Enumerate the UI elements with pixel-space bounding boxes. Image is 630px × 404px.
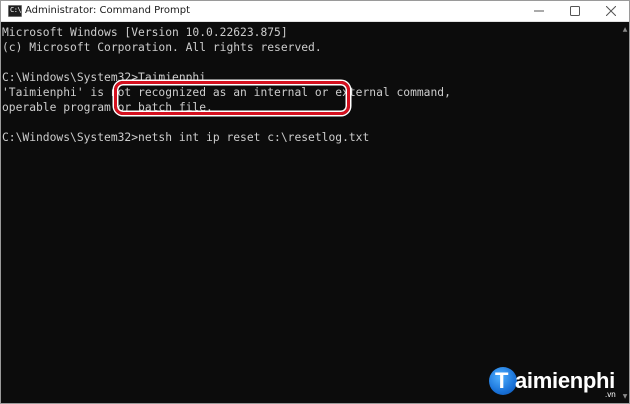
watermark-initial: T xyxy=(495,368,509,393)
console-line: (c) Microsoft Corporation. All rights re… xyxy=(2,41,322,54)
command-line: C:\Windows\System32>netsh int ip reset c… xyxy=(2,131,370,144)
console-line: 'Taimienphi' is not recognized as an int… xyxy=(2,86,451,99)
maximize-icon xyxy=(570,6,580,16)
maximize-button[interactable] xyxy=(557,1,593,21)
taimienphi-watermark-logo: T aimienphi .vn xyxy=(489,365,629,403)
minimize-button[interactable] xyxy=(521,1,557,21)
watermark-circle-icon: T xyxy=(489,367,517,395)
command-prompt-app-icon: C:\ xyxy=(8,5,22,17)
console-line: C:\Windows\System32>Taimienphi xyxy=(2,71,207,84)
console-output[interactable]: Microsoft Windows [Version 10.0.22623.87… xyxy=(1,22,621,403)
scroll-up-arrow-icon[interactable]: ▲ xyxy=(621,24,629,34)
title-bar[interactable]: C:\ Administrator: Command Prompt xyxy=(1,1,629,22)
window-title: Administrator: Command Prompt xyxy=(25,5,190,16)
vertical-scrollbar[interactable]: ▲ ▼ xyxy=(621,22,629,403)
watermark-suffix: .vn xyxy=(605,390,616,399)
watermark-text: aimienphi xyxy=(515,368,615,393)
app-icon-label: C:\ xyxy=(10,6,22,14)
console-line: operable program or batch file. xyxy=(2,101,213,114)
command-prompt-window: C:\ Administrator: Command Prompt Micros… xyxy=(0,0,630,404)
console-line: Microsoft Windows [Version 10.0.22623.87… xyxy=(2,26,288,39)
close-button[interactable] xyxy=(593,1,629,21)
close-icon xyxy=(606,6,616,16)
minimize-icon xyxy=(534,10,544,12)
